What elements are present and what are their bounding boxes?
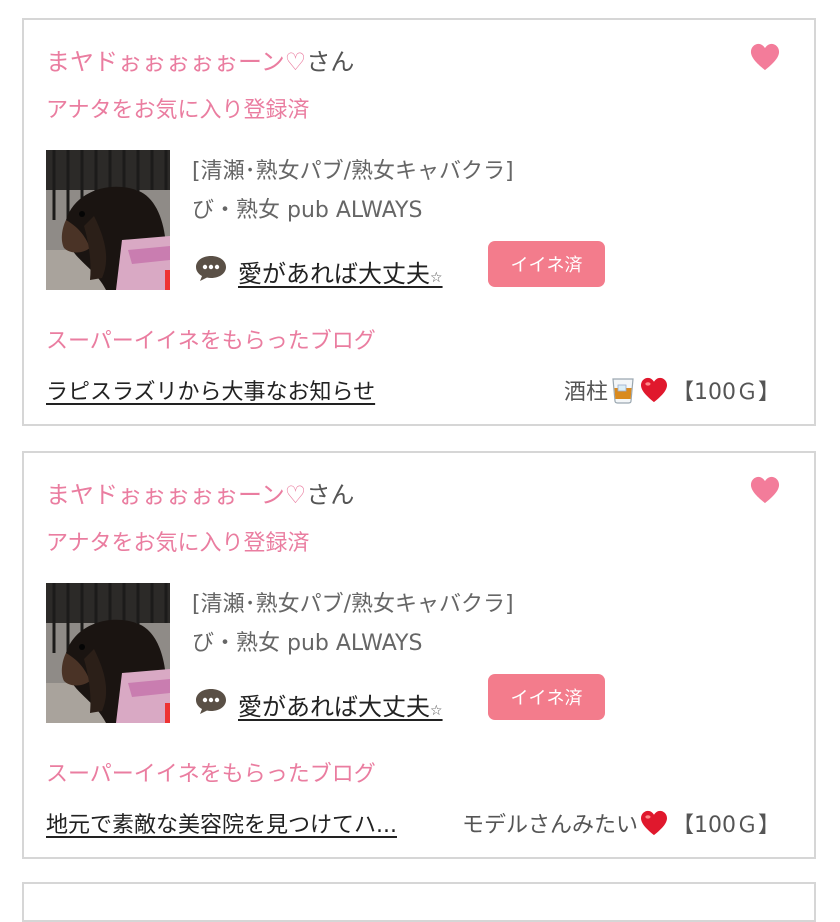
speech-bubble-icon <box>196 689 226 714</box>
blog-title-link[interactable]: ラピスラズリから大事なお知らせ <box>46 374 375 406</box>
speech-bubble-icon <box>196 256 226 281</box>
shop-category: [清瀬･熟女パブ/熟女キャバクラ] <box>192 592 514 617</box>
iine-button[interactable]: イイネ済 <box>488 241 605 287</box>
favorite-card: まヤドぉぉぉぉぉーン♡さん アナタをお気に入り登録済 [清瀬･熟女パブ/熟女キャ… <box>22 18 816 426</box>
red-heart-icon <box>641 377 667 403</box>
blog-heading: スーパーイイネをもらったブログ <box>46 329 376 354</box>
user-line: まヤドぉぉぉぉぉーン♡さん <box>46 475 354 510</box>
comment-link[interactable]: 愛があれば大丈夫☆ <box>238 687 443 722</box>
star-mark: ☆ <box>430 270 443 286</box>
iine-button[interactable]: イイネ済 <box>488 674 605 720</box>
heart-icon[interactable] <box>750 475 780 505</box>
user-suffix: さん <box>306 481 355 509</box>
gift-info: モデルさんみたい 【100Ｇ】 <box>462 807 780 839</box>
shop-name: び・熟女 pub ALWAYS <box>192 631 423 656</box>
user-line: まヤドぉぉぉぉぉーン♡さん <box>46 42 354 77</box>
shop-name: び・熟女 pub ALWAYS <box>192 198 423 223</box>
gift-label: 酒柱 <box>563 380 608 405</box>
gift-amount: 【100Ｇ】 <box>672 813 780 838</box>
avatar[interactable] <box>46 583 170 723</box>
favorite-status: アナタをお気に入り登録済 <box>46 531 310 556</box>
red-heart-icon <box>641 810 667 836</box>
heart-icon[interactable] <box>750 42 780 72</box>
user-suffix: さん <box>306 48 355 76</box>
user-name-link[interactable]: まヤドぉぉぉぉぉーン♡ <box>46 481 306 509</box>
comment-text: 愛があれば大丈夫 <box>238 693 430 721</box>
shop-category: [清瀬･熟女パブ/熟女キャバクラ] <box>192 159 514 184</box>
gift-amount: 【100Ｇ】 <box>672 380 780 405</box>
whiskey-glass-icon <box>612 378 634 404</box>
star-mark: ☆ <box>430 703 443 719</box>
user-name-link[interactable]: まヤドぉぉぉぉぉーン♡ <box>46 48 306 76</box>
blog-heading: スーパーイイネをもらったブログ <box>46 762 376 787</box>
favorite-card: まヤドぉぉぉぉぉーン♡さん アナタをお気に入り登録済 [清瀬･熟女パブ/熟女キャ… <box>22 451 816 859</box>
avatar[interactable] <box>46 150 170 290</box>
gift-info: 酒柱 【100Ｇ】 <box>564 374 780 406</box>
favorite-card-partial <box>22 882 816 922</box>
comment-link[interactable]: 愛があれば大丈夫☆ <box>238 254 443 289</box>
comment-text: 愛があれば大丈夫 <box>238 260 430 288</box>
favorite-status: アナタをお気に入り登録済 <box>46 98 310 123</box>
blog-title-link[interactable]: 地元で素敵な美容院を見つけてハ... <box>46 807 397 839</box>
gift-label: モデルさんみたい <box>461 813 638 838</box>
